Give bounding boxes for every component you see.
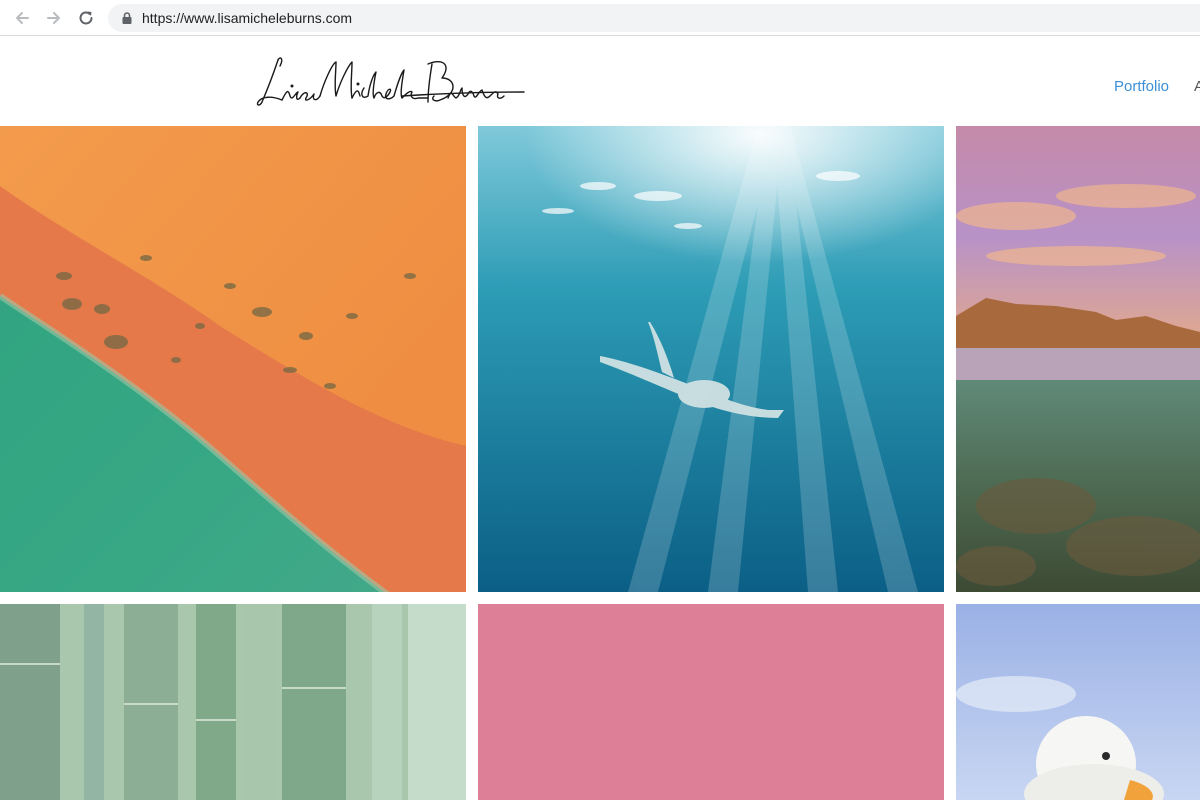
reload-button[interactable] [74, 6, 98, 30]
forward-button[interactable] [42, 6, 66, 30]
forward-arrow-icon [47, 12, 60, 24]
back-arrow-icon [16, 12, 29, 24]
gallery-photo-bamboo[interactable] [0, 604, 466, 800]
lock-icon [122, 12, 132, 24]
url-text: https://www.lisamicheleburns.com [142, 10, 353, 26]
nav-truncated-link[interactable]: A [1194, 78, 1200, 95]
browser-toolbar: https://www.lisamicheleburns.com [0, 0, 1200, 36]
photo-gallery [0, 126, 1200, 800]
gallery-photo-aerial-dune[interactable] [0, 126, 466, 592]
gallery-photo-underwater-swimmer[interactable] [478, 126, 944, 592]
address-bar[interactable]: https://www.lisamicheleburns.com [108, 4, 1200, 32]
back-button[interactable] [10, 6, 34, 30]
nav-portfolio-link[interactable]: Portfolio [1114, 78, 1169, 95]
gallery-photo-pink[interactable] [478, 604, 944, 800]
site-header: Portfolio A [0, 36, 1200, 126]
reload-icon [79, 11, 93, 25]
site-logo[interactable] [252, 52, 528, 112]
gallery-photo-duck[interactable] [956, 604, 1200, 800]
gallery-photo-mountain-lake[interactable] [956, 126, 1200, 592]
